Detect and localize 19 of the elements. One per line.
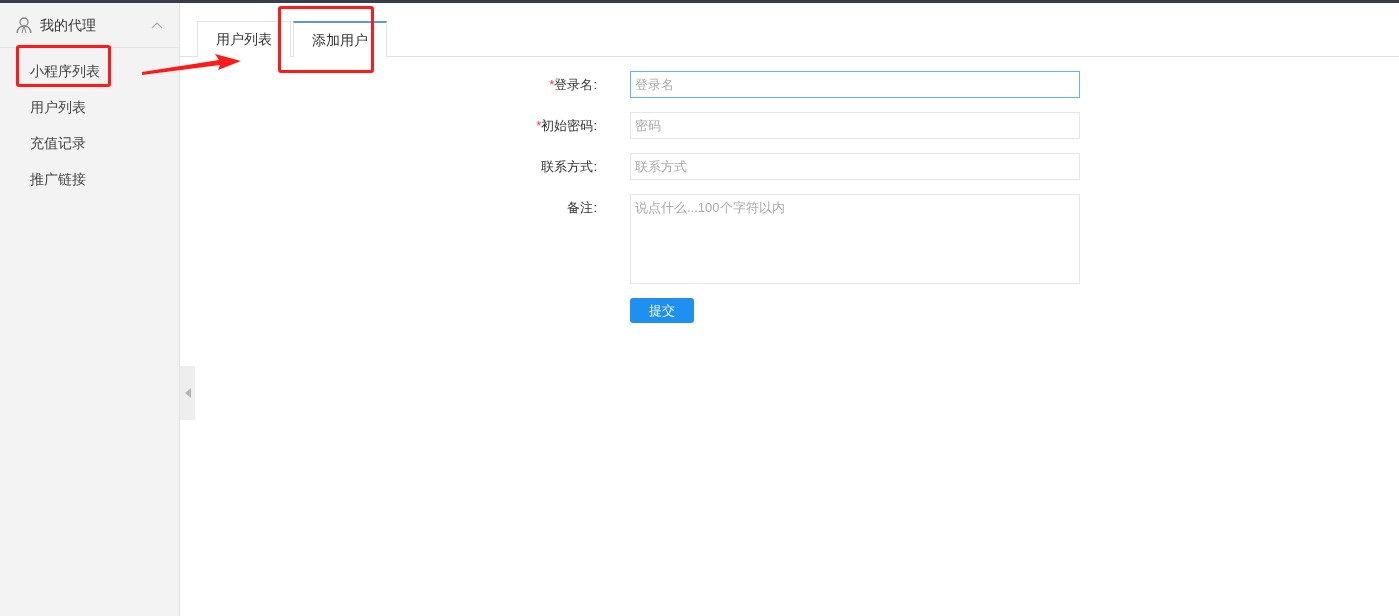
field-label: 联系方式: — [541, 158, 597, 176]
chevron-icon[interactable] — [151, 21, 163, 29]
required-mark: * — [549, 76, 555, 94]
notes-textarea[interactable]: 说点什么...100个字符以内 — [630, 194, 1080, 284]
collapse-left-icon — [184, 388, 191, 398]
menu-item[interactable]: 小程序列表 — [0, 53, 179, 89]
tab[interactable]: 添加用户 — [293, 21, 387, 57]
menu-item[interactable]: 推广链接 — [0, 161, 179, 197]
menu-group-title[interactable]: 我的代理 — [40, 14, 151, 36]
field-label: 备注: — [567, 199, 597, 217]
tab[interactable]: 用户列表 — [197, 21, 291, 57]
field-label: 登录名: — [554, 76, 597, 94]
menu-item[interactable]: 充值记录 — [0, 125, 179, 161]
menu-item[interactable]: 用户列表 — [0, 89, 179, 125]
input-field[interactable]: 登录名 — [630, 71, 1080, 98]
user-icon — [16, 16, 32, 34]
collapse-handle[interactable] — [180, 366, 195, 420]
field-label: 初始密码: — [541, 117, 597, 135]
required-mark: * — [536, 117, 542, 135]
